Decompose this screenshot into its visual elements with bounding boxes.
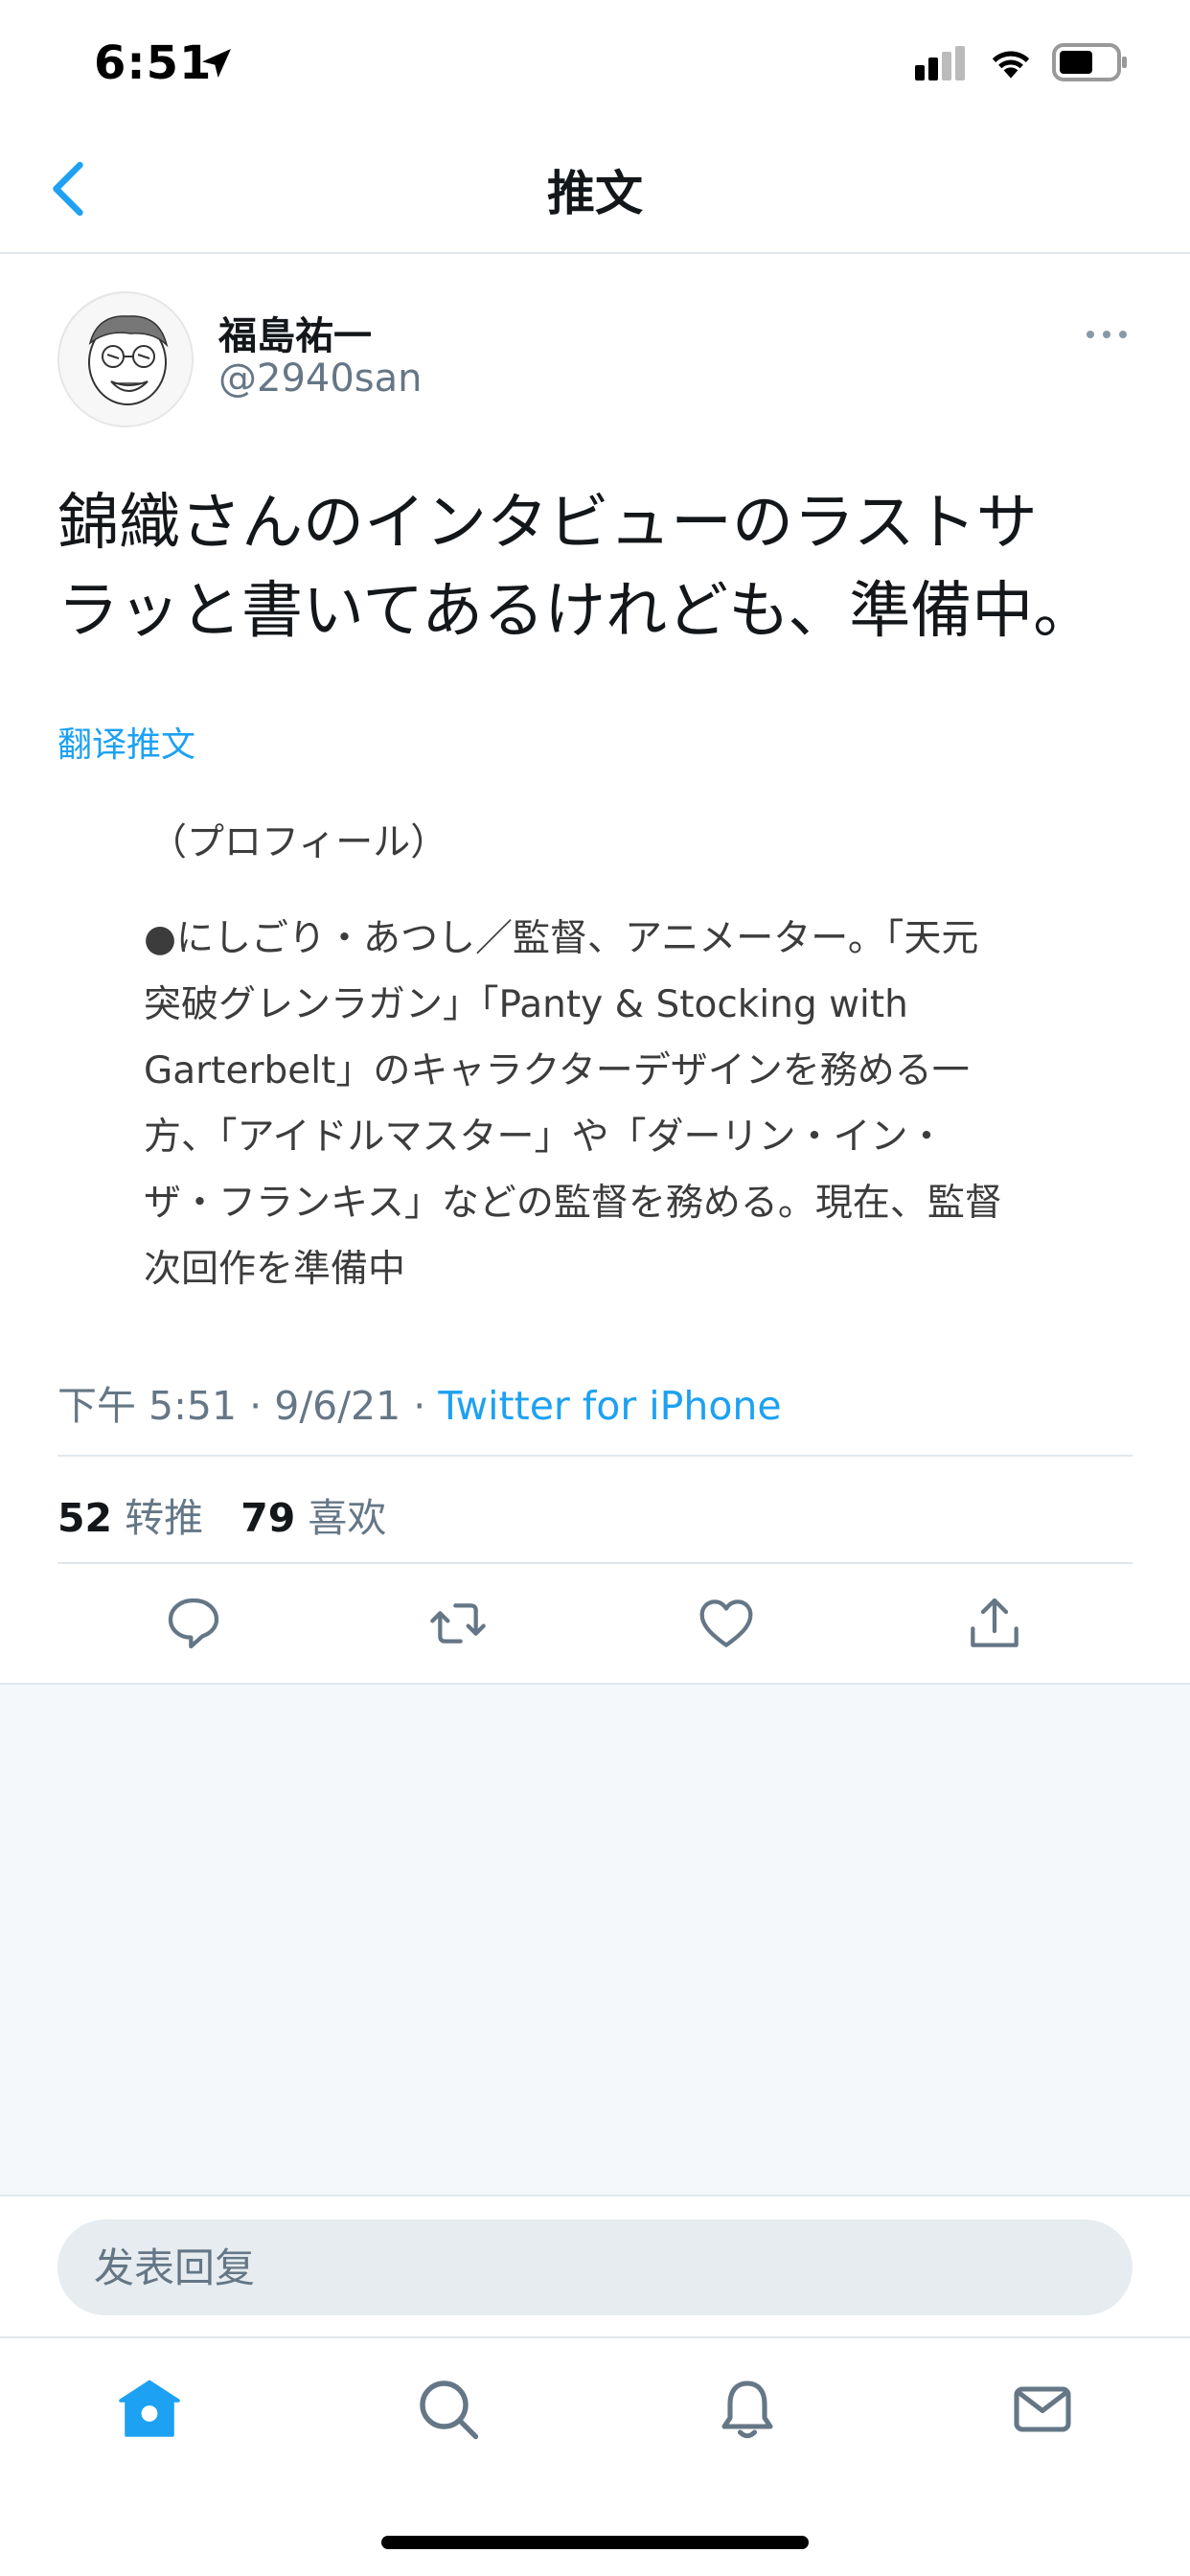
like-count[interactable]: 79 [240,1495,295,1541]
share-icon[interactable] [964,1593,1025,1654]
search-icon[interactable] [414,2375,483,2444]
reply-bar [0,2195,1190,2336]
status-bar: 6:51 [0,0,1190,126]
avatar-illustration [59,293,192,426]
more-horizontal-icon[interactable] [1083,320,1131,349]
image-text-line: 突破グレンラガン」「Panty & Stocking with [144,983,908,1026]
retweet-label[interactable]: 转推 [125,1495,203,1541]
empty-replies-area [0,1683,1190,2195]
cellular-signal-icon [915,46,965,80]
author-name[interactable]: 福島祐一 [218,305,372,360]
heart-icon[interactable] [696,1593,757,1654]
location-arrow-icon [202,49,231,78]
chevron-left-icon[interactable] [44,159,92,218]
reply-icon[interactable] [163,1593,224,1654]
author-handle[interactable]: @2940san [218,356,423,401]
reply-input[interactable] [57,2220,1133,2315]
translate-tweet-link[interactable]: 翻译推文 [57,717,195,767]
retweet-icon[interactable] [427,1593,489,1654]
image-text-line: （プロフィール） [149,821,448,864]
image-text-line: 方、「アイドルマスター」や「ダーリン・イン・ [144,1116,946,1159]
bell-icon[interactable] [713,2375,782,2444]
image-text-line: ●にしごり・あつし／監督、アニメーター。「天元 [144,917,979,960]
tweet-image[interactable]: （プロフィール） ●にしごり・あつし／監督、アニメーター。「天元 突破グレンラガ… [57,786,1133,1303]
meta-separator: · [413,1383,426,1429]
tweet-meta: 下午 5:51 · 9/6/21 · Twitter for iPhone [57,1373,782,1431]
image-text-line: Garterbelt」のキャラクターデザインを務める一 [144,1049,970,1092]
image-text-line: ザ・フランキス」などの監督を務める。現在、監督 [144,1182,1002,1225]
tweet-source-link[interactable]: Twitter for iPhone [438,1383,781,1429]
home-indicator [381,2536,809,2549]
tweet-date: 9/6/21 [274,1383,401,1429]
status-time: 6:51 [94,36,213,90]
tweet-time: 下午 5:51 [57,1383,238,1429]
avatar[interactable] [57,291,194,427]
tweet-actions [0,1564,1190,1683]
home-icon[interactable] [115,2375,184,2444]
tweet-stats: 52 转推 79 喜欢 [57,1485,386,1543]
like-label[interactable]: 喜欢 [308,1495,386,1541]
divider [57,1455,1133,1457]
image-text-line: 次回作を準備中 [144,1248,406,1291]
navigation-bar: 推文 [0,126,1190,254]
wifi-icon [992,51,1030,79]
battery-icon [1052,43,1127,81]
tweet-text-line: ラッと書いてあるけれども、準備中。 [57,576,1095,647]
page-title: 推文 [547,166,643,221]
retweet-count[interactable]: 52 [57,1495,112,1541]
mail-icon[interactable] [1008,2375,1077,2444]
tweet-text: 錦織さんのインタビューのラストサ ラッと書いてあるけれども、準備中。 [57,479,1140,656]
tweet-text-line: 錦織さんのインタビューのラストサ [57,488,1038,559]
meta-separator: · [249,1383,263,1429]
